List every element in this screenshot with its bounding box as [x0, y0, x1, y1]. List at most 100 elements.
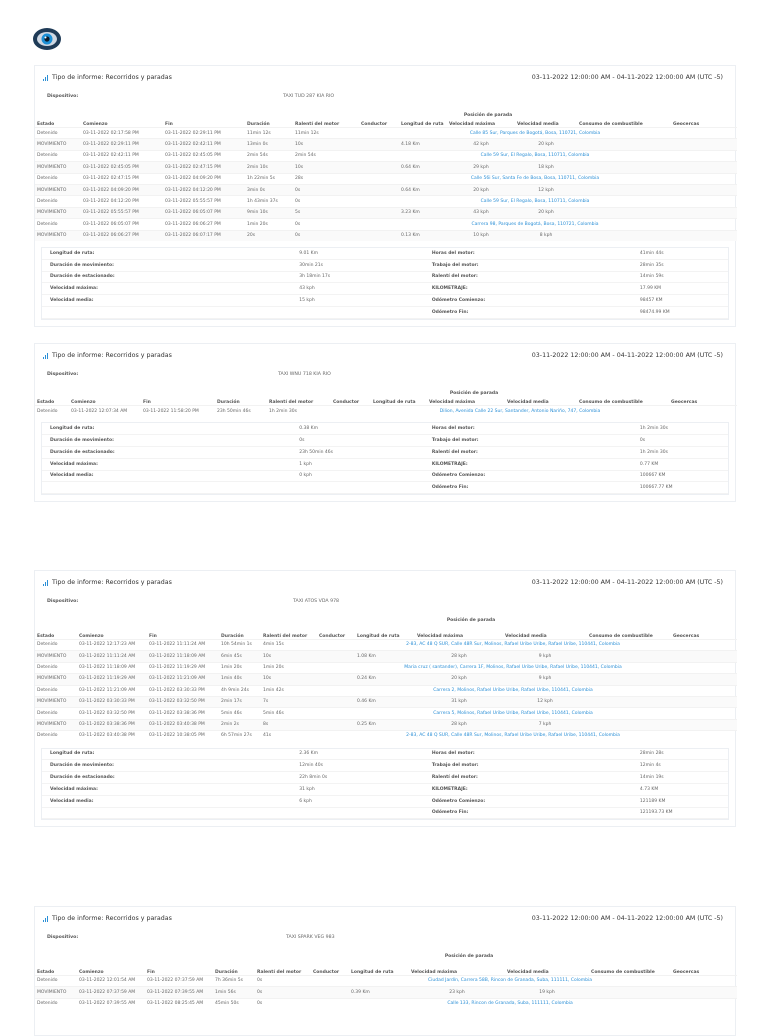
cell-route-length: 0.39 Km: [349, 986, 409, 999]
summary-key: Velocidad máxima:: [42, 458, 292, 471]
cell-conductor: [311, 986, 349, 999]
cell-estado: MOVIMIENTO: [35, 229, 81, 241]
cell-conductor: [359, 172, 399, 185]
summary-key: Longitud de ruta:: [42, 748, 292, 761]
table-row: MOVIMIENTO 03-11-2022 03:30:33 PM 03-11-20…: [35, 695, 738, 708]
header-spacer: [587, 615, 671, 623]
cell-duracion: 2min 17s: [219, 695, 261, 708]
cell-estado: MOVIMIENTO: [35, 650, 77, 663]
cell-avg-speed: 20 kph: [515, 206, 578, 219]
cell-stop-position[interactable]: Ciudad Jardín, Carrera 58B, Rincon de Gr…: [349, 974, 672, 987]
cell-stop-position[interactable]: Dilion, Avenida Calle 22 Sur, Santander,…: [371, 405, 670, 417]
cell-estado: Detenido: [35, 195, 81, 208]
report-card-2: Tipo de informe: Recorridos y paradas 03…: [34, 343, 738, 503]
summary-key: Duración de movimiento:: [42, 759, 292, 773]
cell-conductor: [317, 718, 355, 731]
bar-chart-icon: [43, 915, 49, 922]
cell-fin: 03-11-2022 02:42:11 PM: [163, 138, 245, 151]
header-spacer: [35, 615, 77, 623]
table-row: Detenido 03-11-2022 02:47:15 PM 03-11-2022…: [35, 172, 738, 185]
cell-geofences: [671, 126, 738, 139]
summary-value: [291, 807, 424, 820]
cell-stop-position[interactable]: Carrera 98, Parques de Bogotá, Bosa, 110…: [399, 218, 672, 231]
column-header: Ralentí del motor: [269, 400, 314, 405]
header-spacer: [671, 951, 737, 959]
summary-value: 121189 KM: [631, 795, 728, 808]
cell-duracion: 1h 22min 5s: [245, 172, 293, 185]
summary-key: Velocidad media:: [42, 470, 292, 483]
header-spacer: [317, 615, 355, 623]
cell-duracion: 20s: [245, 229, 293, 241]
cell-stop-position[interactable]: Calle 59 Sur, El Regalo, Bosa, 110711, C…: [399, 195, 672, 208]
cell-max-speed: 10 kph: [447, 229, 515, 241]
cell-fuel: [587, 673, 672, 686]
cell-conductor: [359, 149, 399, 162]
summary-key: Duración de estacionado:: [42, 271, 292, 284]
cell-route-length: 4.18 Km: [399, 138, 447, 151]
header-spacer: [245, 110, 293, 118]
summary-value: 31 kph: [291, 783, 424, 796]
cell-geofences: [671, 707, 738, 720]
header-spacer: [69, 388, 141, 396]
cell-ralenti: 0s: [293, 183, 359, 196]
cell-stop-position[interactable]: Calle 85 Sur, Parques de Bogotá, Bosa, 1…: [399, 126, 672, 139]
cell-stop-position[interactable]: Calle 56i Sur, Santa Fe de Bosa, Bosa, 1…: [399, 172, 672, 185]
cell-fin: 03-11-2022 06:05:07 PM: [163, 206, 245, 219]
cell-fin: 03-11-2022 03:30:33 PM: [147, 684, 219, 697]
column-header: Consumo de combustible: [589, 634, 653, 639]
group-header: Posición de parada: [463, 113, 513, 118]
cell-fin: 03-11-2022 04:09:20 PM: [163, 172, 245, 185]
summary-value: 30min 21s: [291, 259, 424, 272]
header-spacer: [671, 615, 737, 623]
summary-key: Ralentí del motor:: [423, 771, 632, 784]
report-date-range: 03-11-2022 12:00:00 AM - 04-11-2022 12:0…: [531, 579, 723, 586]
cell-estado: MOVIMIENTO: [35, 206, 81, 219]
summary-key: Odómetro Comienzo:: [423, 795, 632, 808]
summary-value: 98474.99 KM: [631, 306, 728, 319]
cell-ralenti: 0s: [255, 974, 311, 987]
cell-fuel: [577, 138, 672, 151]
cell-comienzo: 03-11-2022 02:29:11 PM: [81, 138, 163, 151]
cell-estado: Detenido: [35, 172, 81, 185]
column-header: Consumo de combustible: [579, 400, 643, 405]
cell-estado: Detenido: [35, 126, 81, 139]
bar-chart-icon: [43, 74, 49, 81]
device-value: TAXI ATOS VDA 978: [293, 599, 340, 604]
cell-stop-position[interactable]: 2-83, AC 48 Q SUR, Calle 48R Sur, Molino…: [355, 638, 672, 651]
summary-key: Trabajo del motor:: [423, 259, 632, 272]
cell-stop-position[interactable]: Calle 133, Rincon de Granada, Suba, 1111…: [349, 997, 672, 1010]
summary-box-3: Longitud de ruta: 2.36 Km Horas del motor:…: [41, 747, 729, 821]
cell-fin: 03-11-2022 06:07:17 PM: [163, 229, 245, 241]
cell-estado: Detenido: [35, 707, 77, 720]
cell-stop-position[interactable]: Carrera 5, Molinos, Rafael Uribe Uribe, …: [355, 707, 672, 720]
cell-fuel: [589, 986, 672, 999]
device-value: TAXI TUD 287 KIA RIO: [283, 94, 335, 99]
table-row: MOVIMIENTO 03-11-2022 07:37:59 AM 03-11-20…: [35, 986, 738, 999]
column-header: Velocidad máxima: [411, 970, 458, 975]
cell-comienzo: 03-11-2022 11:11:24 AM: [77, 650, 147, 663]
table-row: Detenido 03-11-2022 12:01:54 AM 03-11-2022…: [35, 974, 738, 987]
cell-avg-speed: 12 kph: [515, 183, 578, 196]
header-spacer: [35, 110, 81, 118]
header-spacer: [671, 110, 737, 118]
cell-stop-position[interactable]: 2-83, AC 48 Q SUR, Calle 48R Sur, Molino…: [355, 730, 672, 742]
cell-stop-position[interactable]: Calle 59 Sur, El Regalo, Bosa, 110711, C…: [399, 149, 672, 162]
cell-stop-position[interactable]: Carrera 2, Molinos, Rafael Uribe Uribe, …: [355, 684, 672, 697]
summary-key: Duración de movimiento:: [42, 259, 292, 272]
cell-estado: Detenido: [35, 218, 81, 231]
cell-duracion: 1min 56s: [213, 986, 255, 999]
report-card-3: Tipo de informe: Recorridos y paradas 03…: [34, 570, 738, 828]
cell-fuel: [587, 695, 672, 708]
cell-duracion: 1min 40s: [219, 673, 261, 686]
column-header: Conductor: [361, 122, 388, 127]
column-header: Geocercas: [671, 400, 698, 405]
cell-duracion: 10h 54min 1s: [219, 638, 261, 651]
cell-comienzo: 03-11-2022 03:30:33 PM: [77, 695, 147, 708]
cell-geofences: [671, 695, 738, 708]
cell-stop-position[interactable]: Maria cruz ( santander), Carrera 1F, Mol…: [355, 661, 672, 674]
cell-ralenti: 1min 42s: [261, 684, 317, 697]
cell-fuel: [577, 206, 672, 219]
cell-ralenti: 11min 12s: [293, 126, 359, 139]
cell-route-length: 3.23 Km: [399, 206, 447, 219]
report-table-2: Posición de parada Estado Comienzo Fin Durac…: [35, 388, 738, 417]
